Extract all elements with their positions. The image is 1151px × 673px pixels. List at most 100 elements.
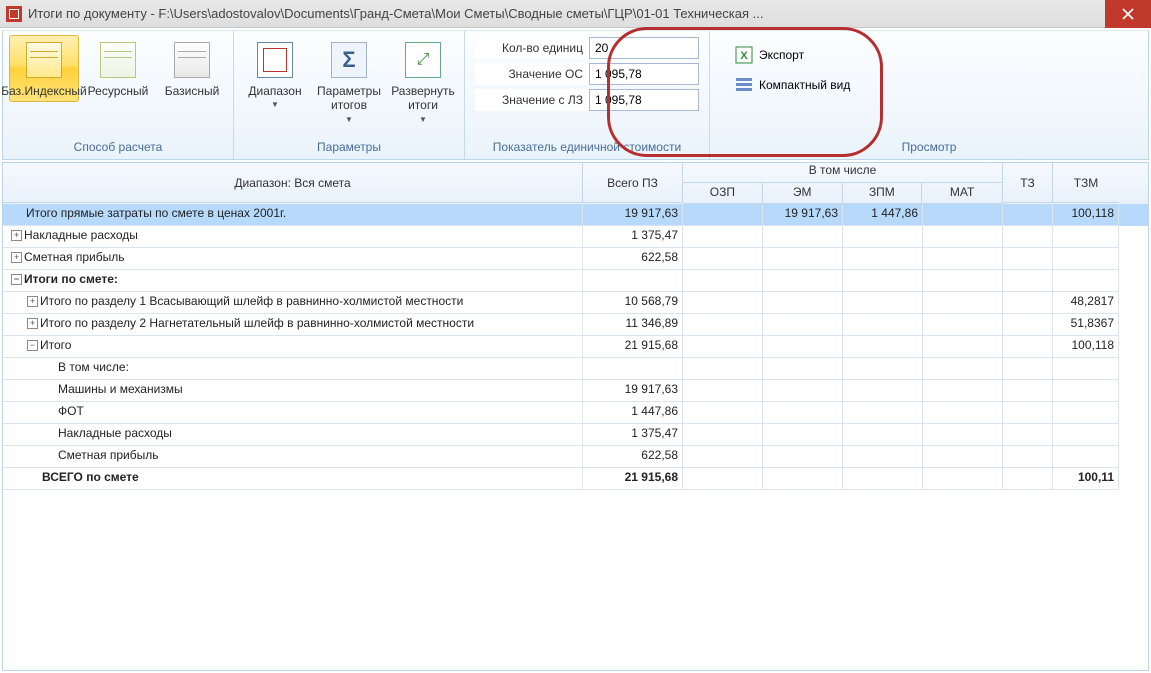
cell-ozp <box>683 358 763 380</box>
row-name-cell: +Сметная прибыль <box>3 248 583 270</box>
cell-tzm <box>1053 446 1119 468</box>
expand-plus-icon[interactable]: + <box>11 252 22 263</box>
cell-pz: 1 447,86 <box>583 402 683 424</box>
os-input[interactable] <box>589 63 699 85</box>
basic-label: Базисный <box>165 84 220 98</box>
cell-mat <box>923 446 1003 468</box>
expand-minus-icon[interactable]: − <box>27 340 38 351</box>
expand-totals-button[interactable]: Развернуть итоги ▼ <box>388 35 458 128</box>
cell-ozp <box>683 292 763 314</box>
table-row[interactable]: +Итого по разделу 2 Нагнетательный шлейф… <box>3 314 1148 336</box>
expand-plus-icon[interactable]: + <box>27 296 38 307</box>
cell-ozp <box>683 380 763 402</box>
cell-tzm: 100,118 <box>1053 336 1119 358</box>
range-header: Диапазон: Вся смета <box>234 176 350 190</box>
cell-tz <box>1003 226 1053 248</box>
expand-plus-icon[interactable]: + <box>27 318 38 329</box>
range-button[interactable]: Диапазон ▼ <box>240 35 310 113</box>
col-em: ЭМ <box>763 183 843 203</box>
cell-tz <box>1003 248 1053 270</box>
param-totals-label: Параметры итогов <box>317 84 381 113</box>
table-row[interactable]: ФОТ1 447,86 <box>3 402 1148 424</box>
basic-button[interactable]: Базисный <box>157 35 227 102</box>
lz-input[interactable] <box>589 89 699 111</box>
table-row[interactable]: Машины и механизмы19 917,63 <box>3 380 1148 402</box>
cell-em <box>763 248 843 270</box>
row-name-cell: ФОТ <box>3 402 583 424</box>
cell-tz <box>1003 292 1053 314</box>
cell-ozp <box>683 402 763 424</box>
table-row[interactable]: Итого прямые затраты по смете в ценах 20… <box>3 204 1148 226</box>
cell-em <box>763 314 843 336</box>
cell-em <box>763 468 843 490</box>
close-button[interactable] <box>1105 0 1151 28</box>
row-name-cell: −Итого <box>3 336 583 358</box>
cell-tz <box>1003 314 1053 336</box>
cell-pz: 1 375,47 <box>583 424 683 446</box>
table-row[interactable]: Сметная прибыль622,58 <box>3 446 1148 468</box>
range-icon <box>257 42 293 78</box>
compact-button[interactable]: Компактный вид <box>730 73 855 97</box>
table-row[interactable]: −Итого21 915,68100,118 <box>3 336 1148 358</box>
units-label: Кол-во единиц <box>475 41 583 55</box>
row-name-cell: ВСЕГО по смете <box>3 468 583 490</box>
cell-tzm: 100,11 <box>1053 468 1119 490</box>
sheet-gold-icon <box>26 42 62 78</box>
table-row[interactable]: Накладные расходы1 375,47 <box>3 424 1148 446</box>
row-text: Сметная прибыль <box>24 250 124 264</box>
expand-minus-icon[interactable]: − <box>11 274 22 285</box>
row-name-cell: В том числе: <box>3 358 583 380</box>
group-view: X Экспорт Компактный вид Просмотр <box>710 31 1148 159</box>
cell-ozp <box>683 270 763 292</box>
cell-zpm <box>843 292 923 314</box>
cell-em <box>763 402 843 424</box>
row-text: Итого по разделу 1 Всасывающий шлейф в р… <box>40 294 463 308</box>
base-index-button[interactable]: Баз.Индексный <box>9 35 79 102</box>
expand-totals-label: Развернуть итоги <box>391 84 455 113</box>
cell-mat <box>923 314 1003 336</box>
table-row[interactable]: В том числе: <box>3 358 1148 380</box>
resource-button[interactable]: Ресурсный <box>83 35 153 102</box>
cell-em: 19 917,63 <box>763 204 843 226</box>
table-row[interactable]: +Сметная прибыль622,58 <box>3 248 1148 270</box>
row-name-cell: Сметная прибыль <box>3 446 583 468</box>
export-button[interactable]: X Экспорт <box>730 43 809 67</box>
ribbon: Баз.Индексный Ресурсный Базисный Способ … <box>2 30 1149 160</box>
cell-tz <box>1003 424 1053 446</box>
group-unit-cost-label: Показатель единичной стоимости <box>475 137 699 159</box>
group-unit-cost: Кол-во единиц Значение ОС Значение с ЛЗ … <box>465 31 710 159</box>
svg-text:X: X <box>740 50 748 62</box>
row-text: Итого прямые затраты по смете в ценах 20… <box>26 206 286 220</box>
cell-tzm: 100,118 <box>1053 204 1119 226</box>
table-row[interactable]: ВСЕГО по смете21 915,68100,11 <box>3 468 1148 490</box>
group-params-label: Параметры <box>240 137 458 159</box>
table-row[interactable]: −Итоги по смете: <box>3 270 1148 292</box>
cell-tzm <box>1053 358 1119 380</box>
row-text: Сметная прибыль <box>58 448 158 462</box>
cell-pz <box>583 270 683 292</box>
cell-mat <box>923 402 1003 424</box>
cell-zpm <box>843 226 923 248</box>
range-label: Диапазон <box>248 84 301 98</box>
table-row[interactable]: +Накладные расходы1 375,47 <box>3 226 1148 248</box>
cell-mat <box>923 226 1003 248</box>
base-index-label: Баз.Индексный <box>1 84 87 98</box>
param-totals-button[interactable]: Σ Параметры итогов ▼ <box>314 35 384 128</box>
cell-pz <box>583 358 683 380</box>
expand-icon <box>405 42 441 78</box>
grid-body[interactable]: Итого прямые затраты по смете в ценах 20… <box>3 204 1148 670</box>
cell-zpm <box>843 446 923 468</box>
cell-zpm <box>843 402 923 424</box>
cell-tzm <box>1053 402 1119 424</box>
cell-mat <box>923 424 1003 446</box>
compact-view-icon <box>735 76 753 94</box>
titlebar: Итоги по документу - F:\Users\adostovalo… <box>0 0 1151 28</box>
row-name-cell: Машины и механизмы <box>3 380 583 402</box>
cell-ozp <box>683 204 763 226</box>
cell-tz <box>1003 402 1053 424</box>
units-input[interactable] <box>589 37 699 59</box>
row-name-cell: +Итого по разделу 1 Всасывающий шлейф в … <box>3 292 583 314</box>
resource-label: Ресурсный <box>88 84 149 98</box>
expand-plus-icon[interactable]: + <box>11 230 22 241</box>
table-row[interactable]: +Итого по разделу 1 Всасывающий шлейф в … <box>3 292 1148 314</box>
